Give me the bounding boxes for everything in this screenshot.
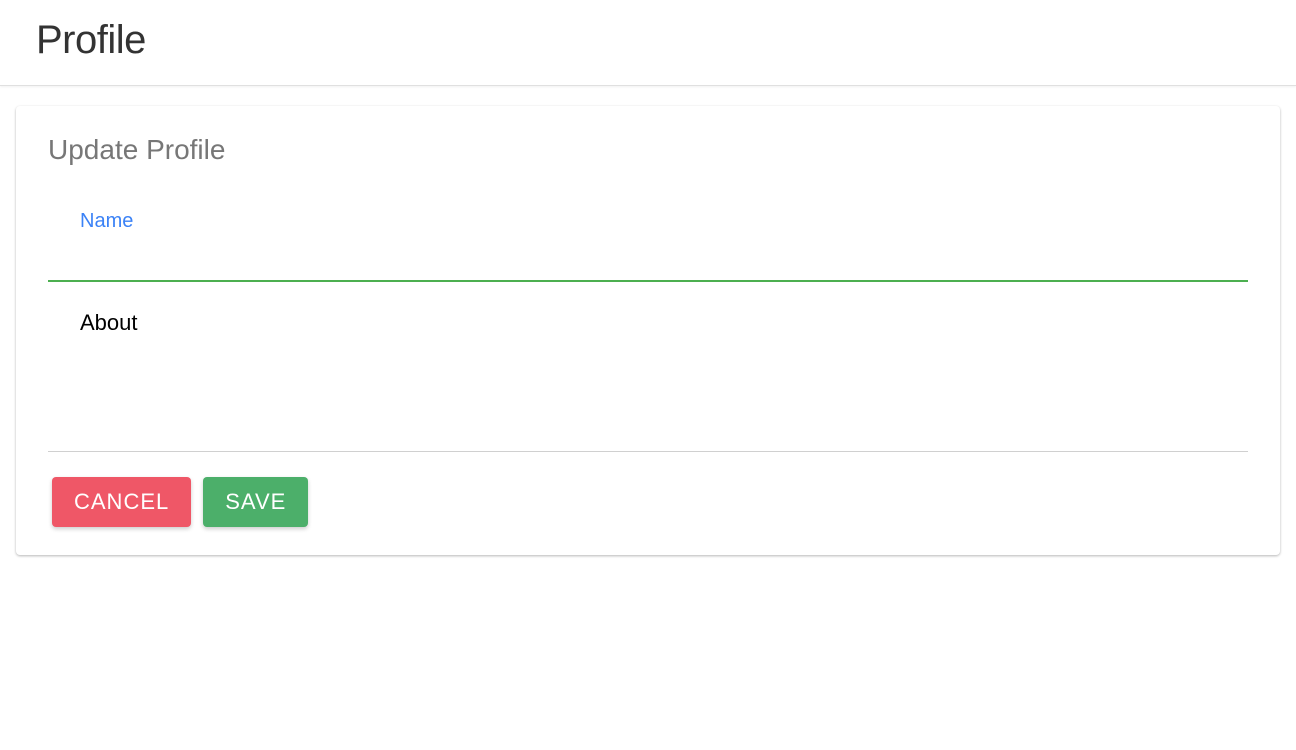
name-input[interactable] <box>48 224 1248 282</box>
card-title: Update Profile <box>48 134 1248 166</box>
page-header: Profile <box>0 0 1296 86</box>
update-profile-card: Update Profile Name Cancel Save <box>16 106 1280 555</box>
button-row: Cancel Save <box>52 477 1248 527</box>
save-button[interactable]: Save <box>203 477 308 527</box>
name-field-group: Name <box>48 210 1248 282</box>
cancel-button[interactable]: Cancel <box>52 477 191 527</box>
about-field-group <box>48 302 1248 457</box>
about-textarea[interactable] <box>48 302 1248 452</box>
page-title: Profile <box>36 18 1260 63</box>
